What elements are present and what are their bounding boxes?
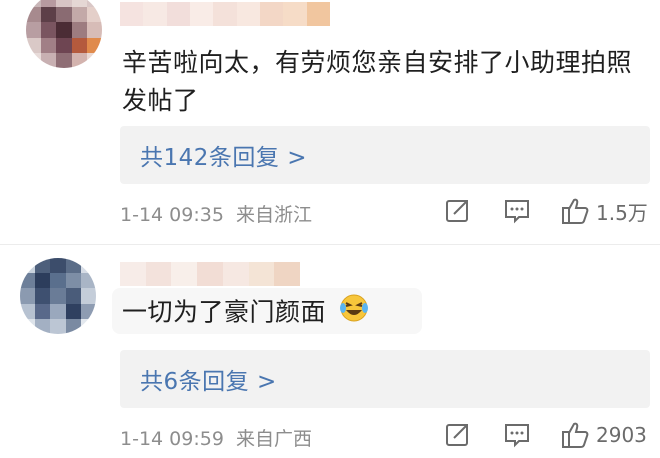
- replies-box[interactable]: 共142条回复 >: [120, 126, 650, 184]
- comment-text: 一切为了豪门颜面: [122, 292, 542, 335]
- thumbs-up-icon: [562, 198, 589, 224]
- comment-item: 一切为了豪门颜面 共6条回复 > 1-14 09:59 来自广西 2903: [0, 244, 660, 458]
- timestamp-text: 1-14 09:59: [120, 428, 224, 450]
- comment-text-line: 发帖了: [122, 86, 199, 115]
- share-icon: [446, 424, 468, 446]
- like-count: 1.5万: [596, 200, 648, 225]
- comment-text-line: 辛苦啦向太，有劳烦您亲自安排了小助理拍照: [122, 48, 633, 77]
- comment-item: 辛苦啦向太，有劳烦您亲自安排了小助理拍照 发帖了 共142条回复 > 1-14 …: [0, 0, 660, 240]
- username-blurred[interactable]: [120, 262, 301, 286]
- view-replies-link[interactable]: 共6条回复 >: [140, 362, 277, 396]
- replies-box[interactable]: 共6条回复 >: [120, 350, 650, 408]
- avatar[interactable]: [20, 258, 96, 334]
- share-button[interactable]: [444, 420, 472, 448]
- share-icon: [446, 200, 468, 222]
- laughing-tears-emoji: [338, 292, 370, 335]
- comment-icon: [505, 424, 529, 448]
- like-button[interactable]: 2903: [560, 420, 647, 450]
- comment-timestamp: 1-14 09:59 来自广西: [120, 424, 312, 451]
- timestamp-text: 1-14 09:35: [120, 204, 224, 226]
- location-text: 来自广西: [236, 428, 313, 450]
- location-text: 来自浙江: [236, 204, 313, 226]
- username-blurred[interactable]: [120, 2, 330, 26]
- comment-meta: 1-14 09:35 来自浙江 1.5万: [120, 196, 660, 232]
- like-button[interactable]: 1.5万: [560, 196, 648, 226]
- comment-button[interactable]: [503, 196, 531, 224]
- view-replies-link[interactable]: 共142条回复 >: [140, 138, 307, 172]
- comment-text: 辛苦啦向太，有劳烦您亲自安排了小助理拍照 发帖了: [122, 44, 652, 120]
- comment-meta: 1-14 09:59 来自广西 2903: [120, 420, 660, 456]
- thumbs-up-icon: [562, 422, 589, 448]
- share-button[interactable]: [444, 196, 472, 224]
- comment-timestamp: 1-14 09:35 来自浙江: [120, 200, 312, 227]
- avatar[interactable]: [26, 0, 102, 68]
- comment-text-line: 一切为了豪门颜面: [122, 297, 327, 327]
- like-count: 2903: [596, 423, 647, 447]
- comment-icon: [505, 200, 529, 224]
- comment-button[interactable]: [503, 420, 531, 448]
